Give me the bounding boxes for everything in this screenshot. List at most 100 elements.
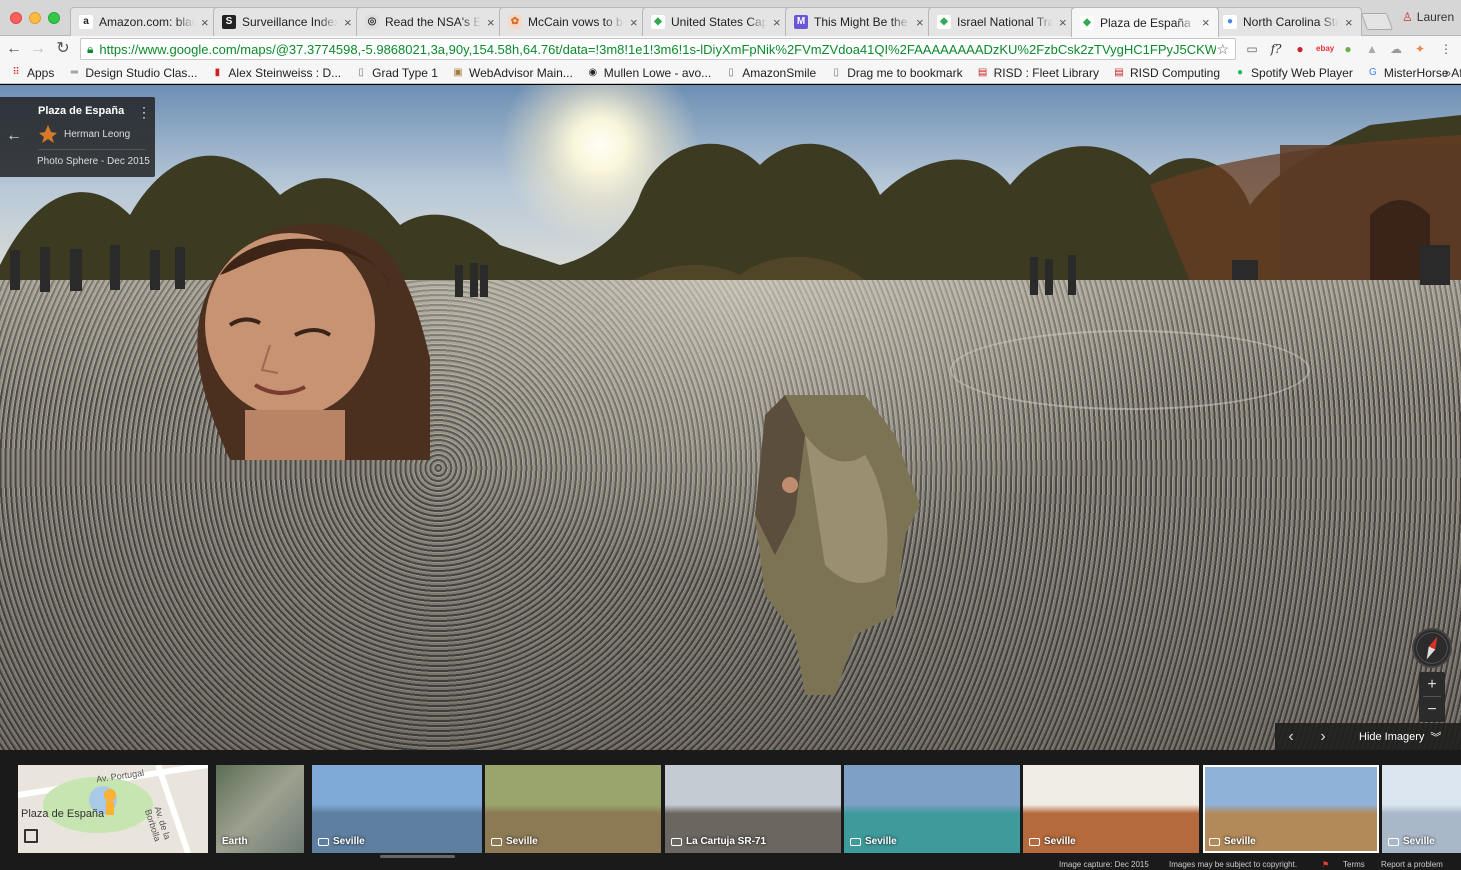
bookmark-label: Alex Steinweiss : D... bbox=[228, 65, 342, 80]
imagery-thumbnail[interactable]: Seville bbox=[485, 765, 661, 853]
browser-tab[interactable]: ✿ McCain vows to bl × bbox=[499, 7, 647, 36]
earth-view-card[interactable]: Earth bbox=[216, 765, 304, 853]
street-view-panorama[interactable]: ← Plaza de España ⋮ Herman Leong Photo S… bbox=[0, 85, 1461, 750]
cloud-icon[interactable]: ☁ bbox=[1388, 41, 1404, 57]
tab-favicon-icon: M bbox=[794, 15, 808, 29]
more-options-icon[interactable]: ⋮ bbox=[137, 104, 151, 121]
thumbnail-label: La Cartuja SR-71 bbox=[686, 836, 767, 847]
bookmark-item[interactable]: ▤ RISD : Fleet Library bbox=[977, 66, 1099, 80]
imagery-thumbnail[interactable]: Seville bbox=[1023, 765, 1199, 853]
cast-icon[interactable]: ▭ bbox=[1244, 41, 1260, 57]
pinterest-icon[interactable]: ● bbox=[1292, 41, 1308, 57]
browser-tab[interactable]: M This Might Be the × bbox=[785, 7, 933, 36]
browser-tab-strip: a Amazon.com: blac × S Surveillance Index × ◎ R… bbox=[0, 0, 1461, 37]
terms-link[interactable]: Terms bbox=[1343, 860, 1365, 869]
zoom-out-button[interactable]: − bbox=[1419, 697, 1445, 722]
browser-tab[interactable]: ◆ Plaza de España - × bbox=[1071, 7, 1219, 37]
copyright-notice: Images may be subject to copyright. bbox=[1169, 860, 1298, 869]
reload-button[interactable]: ↻ bbox=[53, 39, 73, 59]
compass-icon[interactable] bbox=[1412, 628, 1452, 668]
hide-imagery-button[interactable]: Hide Imagery bbox=[1359, 731, 1424, 743]
bookmark-item[interactable]: ◉ Mullen Lowe - avo... bbox=[587, 66, 711, 80]
report-problem-link[interactable]: Report a problem bbox=[1381, 860, 1443, 869]
camera-icon bbox=[1388, 837, 1399, 846]
back-button[interactable]: ← bbox=[4, 39, 24, 59]
author-name[interactable]: Herman Leong bbox=[64, 129, 130, 140]
close-tab-icon[interactable]: × bbox=[344, 15, 354, 30]
ebay-icon[interactable]: ebay bbox=[1316, 41, 1334, 57]
chevron-down-icon[interactable]: ︾ bbox=[1430, 729, 1441, 745]
close-tab-icon[interactable]: × bbox=[630, 15, 640, 30]
imagery-thumbnail[interactable]: Seville bbox=[844, 765, 1020, 853]
browser-tab[interactable]: S Surveillance Index × bbox=[213, 7, 361, 36]
bookmark-item[interactable]: ▤ RISD Computing bbox=[1113, 66, 1220, 80]
bookmarks-overflow-button[interactable]: » bbox=[1444, 66, 1451, 80]
imagery-thumbnail[interactable]: Seville bbox=[312, 765, 482, 853]
camera-icon bbox=[491, 837, 502, 846]
photo-info-card: ← Plaza de España ⋮ Herman Leong Photo S… bbox=[0, 97, 155, 177]
close-tab-icon[interactable]: × bbox=[1202, 15, 1212, 30]
bookmark-star-icon[interactable]: ☆ bbox=[1216, 41, 1229, 58]
thumbnail-label: Seville bbox=[1224, 836, 1256, 847]
tab-title: Read the NSA's Ex bbox=[385, 15, 481, 29]
profile-button[interactable]: ♙ Lauren bbox=[1402, 10, 1454, 24]
close-window-button[interactable] bbox=[10, 12, 22, 24]
new-tab-button[interactable] bbox=[1360, 13, 1394, 30]
chrome-menu-icon[interactable]: ⋮ bbox=[1438, 41, 1454, 57]
bookmark-item[interactable]: ▮ Alex Steinweiss : D... bbox=[211, 66, 341, 80]
back-arrow-icon[interactable]: ← bbox=[6, 127, 22, 145]
minimize-window-button[interactable] bbox=[29, 12, 41, 24]
camera-icon bbox=[671, 837, 682, 846]
bookmark-item[interactable]: ▯ Drag me to bookmark bbox=[830, 66, 962, 80]
place-title[interactable]: Plaza de España bbox=[38, 105, 124, 117]
close-tab-icon[interactable]: × bbox=[487, 15, 497, 30]
bookmark-item[interactable]: ▣ WebAdvisor Main... bbox=[452, 66, 573, 80]
close-tab-icon[interactable]: × bbox=[916, 15, 926, 30]
camera-icon bbox=[850, 837, 861, 846]
close-tab-icon[interactable]: × bbox=[1059, 15, 1069, 30]
tab-title: United States Cap bbox=[671, 15, 767, 29]
evernote-icon[interactable]: ● bbox=[1340, 41, 1356, 57]
bookmark-label: Spotify Web Player bbox=[1251, 65, 1353, 80]
browser-tab[interactable]: ◆ Israel National Tra × bbox=[928, 7, 1076, 36]
photo-sphere-date: Photo Sphere - Dec 2015 bbox=[37, 156, 150, 167]
browser-tab[interactable]: a Amazon.com: blac × bbox=[70, 7, 218, 36]
bookmark-item[interactable]: ▯ Grad Type 1 bbox=[355, 66, 438, 80]
tab-favicon-icon: S bbox=[222, 15, 236, 29]
imagery-thumbnail[interactable]: La Cartuja SR-71 bbox=[665, 765, 841, 853]
address-bar[interactable]: 🔒︎ https://www.google.com/maps/@37.37745… bbox=[80, 38, 1236, 60]
bookmark-label: WebAdvisor Main... bbox=[468, 65, 573, 80]
tab-favicon-icon: ◆ bbox=[937, 15, 951, 29]
secure-lock-icon: 🔒︎ bbox=[87, 41, 94, 56]
apps-grid-icon: ⠿ bbox=[12, 66, 20, 78]
imagery-thumbnail[interactable]: Seville bbox=[1382, 765, 1461, 853]
imagery-filmstrip: Av. Portugal Av. de la Borbolla Plaza de… bbox=[0, 750, 1461, 858]
close-tab-icon[interactable]: × bbox=[1345, 15, 1355, 30]
maximize-window-button[interactable] bbox=[48, 12, 60, 24]
font-finder-icon[interactable]: f? bbox=[1268, 41, 1284, 57]
bookmark-item[interactable]: ▯ AmazonSmile bbox=[725, 66, 816, 80]
chevron-right-icon[interactable]: › bbox=[1307, 728, 1339, 746]
browser-tab[interactable]: ◆ United States Cap × bbox=[642, 7, 790, 36]
risd-icon: ▤ bbox=[1114, 66, 1124, 78]
browser-tab[interactable]: ● North Carolina Sta × bbox=[1214, 7, 1362, 36]
google-photos-icon[interactable]: ✦ bbox=[1412, 41, 1428, 57]
forward-button[interactable]: → bbox=[28, 39, 48, 59]
bookmark-label: AmazonSmile bbox=[742, 65, 817, 80]
tab-title: Amazon.com: blac bbox=[99, 15, 195, 29]
browser-tab[interactable]: ◎ Read the NSA's Ex × bbox=[356, 7, 504, 36]
zoom-in-button[interactable]: + bbox=[1419, 672, 1445, 697]
close-tab-icon[interactable]: × bbox=[201, 15, 211, 30]
chevron-left-icon[interactable]: ‹ bbox=[1275, 728, 1307, 746]
minimap-card[interactable]: Av. Portugal Av. de la Borbolla Plaza de… bbox=[18, 765, 208, 853]
expand-map-icon[interactable] bbox=[24, 829, 38, 843]
plaza-mosaic-circle bbox=[950, 330, 1310, 410]
spotify-icon: ● bbox=[1237, 66, 1244, 78]
imagery-thumbnail[interactable]: Seville bbox=[1203, 765, 1379, 853]
extension-icon[interactable]: ▲ bbox=[1364, 41, 1380, 57]
flag-icon[interactable]: ⚑ bbox=[1322, 860, 1329, 869]
bookmark-item[interactable]: ● Spotify Web Player bbox=[1234, 66, 1353, 80]
close-tab-icon[interactable]: × bbox=[773, 15, 783, 30]
bookmark-item[interactable]: ═ Design Studio Clas... bbox=[68, 66, 198, 80]
bookmark-item[interactable]: ⠿ Apps bbox=[10, 66, 54, 80]
